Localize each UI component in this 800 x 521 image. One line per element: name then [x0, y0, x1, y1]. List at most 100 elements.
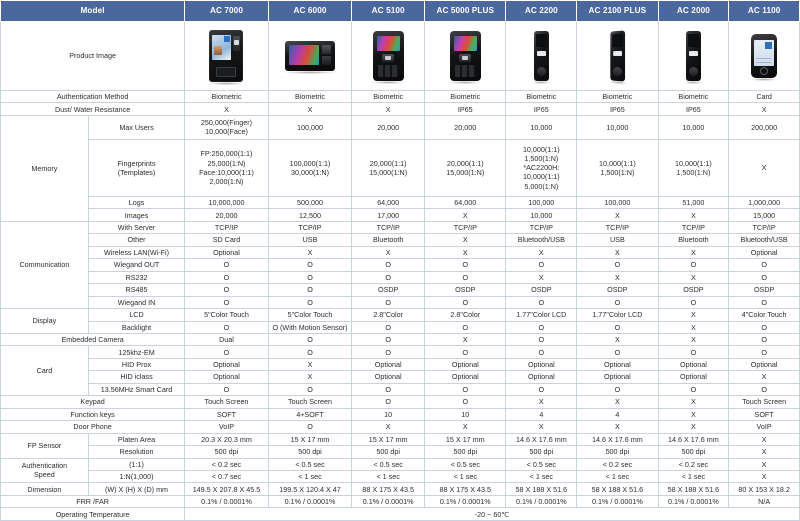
- row-label-auth-speed-1ton: 1:N(1,000): [87, 469, 186, 484]
- cell-value: X: [657, 420, 730, 434]
- device-illustration-ac2000: [684, 31, 703, 84]
- cell-value: 2.8"Color: [424, 308, 507, 322]
- row-label-wiegand-out: Wiegand OUT: [87, 258, 186, 272]
- cell-value: 15 X 17 mm: [424, 432, 507, 447]
- cell-value: IP65: [576, 102, 659, 116]
- cell-value: Optional: [424, 370, 507, 384]
- cell-value: O: [351, 395, 426, 409]
- cell-value: 10,000(1:1) 1,500(1:N): [576, 138, 659, 198]
- cell-value: X: [728, 432, 800, 447]
- group-label-memory: Memory: [0, 114, 89, 222]
- cell-value: 4"Color Touch: [728, 308, 800, 322]
- table-header-row: Model AC 7000 AC 6000 AC 5100 AC 5000 PL…: [0, 0, 800, 22]
- column-header-ac5100: AC 5100: [351, 0, 426, 22]
- table-row-rs232: RS232 O O O O X X X O: [1, 270, 800, 285]
- cell-value: OSDP: [728, 283, 800, 297]
- row-label-auth-speed-1to1: (1:1): [87, 457, 186, 472]
- cell-value: O: [184, 320, 269, 335]
- cell-value: Optional: [351, 370, 426, 384]
- group-label-card: Card: [0, 345, 89, 397]
- table-row-wiegand-in: Wiegand IN O O O O O O O O: [1, 295, 800, 310]
- table-row-dust-water-resistance: Dust/ Water Resistance X X X IP65 IP65 I…: [0, 102, 800, 116]
- device-illustration-ac5100: [371, 31, 405, 84]
- cell-value: 15,000: [728, 208, 800, 222]
- cell-value: 51,000: [657, 195, 730, 210]
- cell-value: Biometric: [505, 89, 578, 104]
- cell-value: IP65: [424, 102, 507, 116]
- column-header-ac5000plus: AC 5000 PLUS: [424, 0, 507, 22]
- table-row-logs: Logs 10,000,000 500,000 64,000 64,000 10…: [1, 195, 800, 210]
- cell-value: O: [184, 258, 269, 272]
- cell-value: X: [657, 270, 730, 285]
- cell-value: O: [505, 320, 578, 335]
- cell-value: X: [351, 102, 426, 116]
- cell-value: O: [424, 295, 507, 310]
- table-row-authentication-method: Authentication Method Biometric Biometri…: [0, 89, 800, 104]
- cell-value: Biometric: [351, 89, 426, 104]
- cell-value: < 1 sec: [505, 469, 578, 484]
- cell-value: X: [728, 457, 800, 472]
- cell-value: Optional: [184, 245, 269, 260]
- row-label-product-image: Product Image: [0, 21, 186, 91]
- cell-value: Touch Screen: [184, 395, 269, 409]
- cell-value: 14.6 X 17.6 mm: [657, 432, 730, 447]
- table-row-backlight: Backlight O O (With Motion Sensor) O O O…: [1, 320, 800, 335]
- row-label-logs: Logs: [87, 195, 186, 210]
- cell-value: OSDP: [576, 283, 659, 297]
- table-row-images: Images 20,000 12,500 17,000 X 10,000 X X…: [1, 208, 800, 222]
- table-row-max-users: Memory Max Users 250,000(Finger) 10,000(F…: [0, 114, 800, 222]
- column-header-ac6000: AC 6000: [267, 0, 353, 22]
- cell-value: O: [505, 332, 578, 347]
- cell-value: X: [657, 320, 730, 335]
- cell-value: X: [424, 233, 507, 247]
- row-label-images: Images: [87, 208, 186, 222]
- cell-value: X: [728, 102, 800, 116]
- table-row-platen-area: FP Sensor Platen Area 20.3 X 20.3 mm 15 …: [0, 432, 800, 459]
- cell-value: X: [424, 245, 507, 260]
- cell-value: 10,000(1:1) 1,500(1:N): [657, 138, 730, 198]
- cell-value: O: [728, 295, 800, 310]
- cell-value: O: [267, 345, 353, 359]
- cell-value: 20,000: [424, 114, 507, 140]
- device-illustration-ac2100plus: [608, 30, 627, 85]
- product-image-ac1100: [728, 21, 800, 91]
- cell-value: 250,000(Finger) 10,000(Face): [184, 114, 269, 140]
- cell-value: USB: [576, 233, 659, 247]
- cell-value: X: [267, 102, 353, 116]
- cell-value: X: [424, 208, 507, 222]
- cell-value: 0.1% / 0.0001%: [576, 494, 659, 509]
- cell-value: O: [267, 270, 353, 285]
- cell-value: N/A: [728, 494, 800, 509]
- product-image-ac6000: [267, 21, 353, 91]
- column-header-ac7000: AC 7000: [184, 0, 269, 22]
- cell-value: Biometric: [576, 89, 659, 104]
- cell-value: Bluetooth: [657, 233, 730, 247]
- cell-value: 10,000: [505, 208, 578, 222]
- cell-value: TCP/IP: [351, 220, 426, 235]
- table-row-auth-speed-1to1: Authentication Speed (1:1) < 0.2 sec < 0.…: [0, 457, 800, 484]
- device-illustration-ac7000: [208, 30, 245, 85]
- cell-value: 5"Color Touch: [267, 308, 353, 322]
- cell-value: Optional: [184, 357, 269, 372]
- device-illustration-ac6000: [284, 41, 336, 74]
- row-label-dust-water-resistance: Dust/ Water Resistance: [0, 102, 186, 116]
- cell-value: 12,500: [267, 208, 353, 222]
- cell-value: < 1 sec: [576, 469, 659, 484]
- table-row-frr-far: FRR /FAR 0.1% / 0.0001% 0.1% / 0.0001% 0…: [0, 494, 800, 509]
- table-row-keypad: Keypad Touch Screen Touch Screen O O X X…: [0, 395, 800, 409]
- cell-value: Optional: [505, 357, 578, 372]
- table-row-auth-speed-1ton: 1:N(1,000) < 0.7 sec < 1 sec < 1 sec < 1…: [1, 469, 800, 484]
- cell-value: X: [267, 370, 353, 384]
- cell-value: < 1 sec: [267, 469, 353, 484]
- cell-value: 20.3 X 20.3 mm: [184, 432, 269, 447]
- cell-value: X: [728, 445, 800, 459]
- cell-value: 500 dpi: [505, 445, 578, 459]
- cell-value: 10,000: [505, 114, 578, 140]
- cell-value: 58 X 188 X 51.6: [576, 482, 659, 496]
- cell-value-operating-temperature: -20 ~ 60℃: [184, 507, 800, 521]
- table-row-embedded-camera: Embedded Camera Dual O O X O X X O: [0, 332, 800, 347]
- cell-value: 20,000(1:1) 15,000(1:N): [424, 138, 507, 198]
- cell-value: O: [728, 258, 800, 272]
- cell-value: O (With Motion Sensor): [267, 320, 353, 335]
- table-row-function-keys: Function keys SOFT 4+SOFT 10 10 4 4 X SO…: [0, 407, 800, 422]
